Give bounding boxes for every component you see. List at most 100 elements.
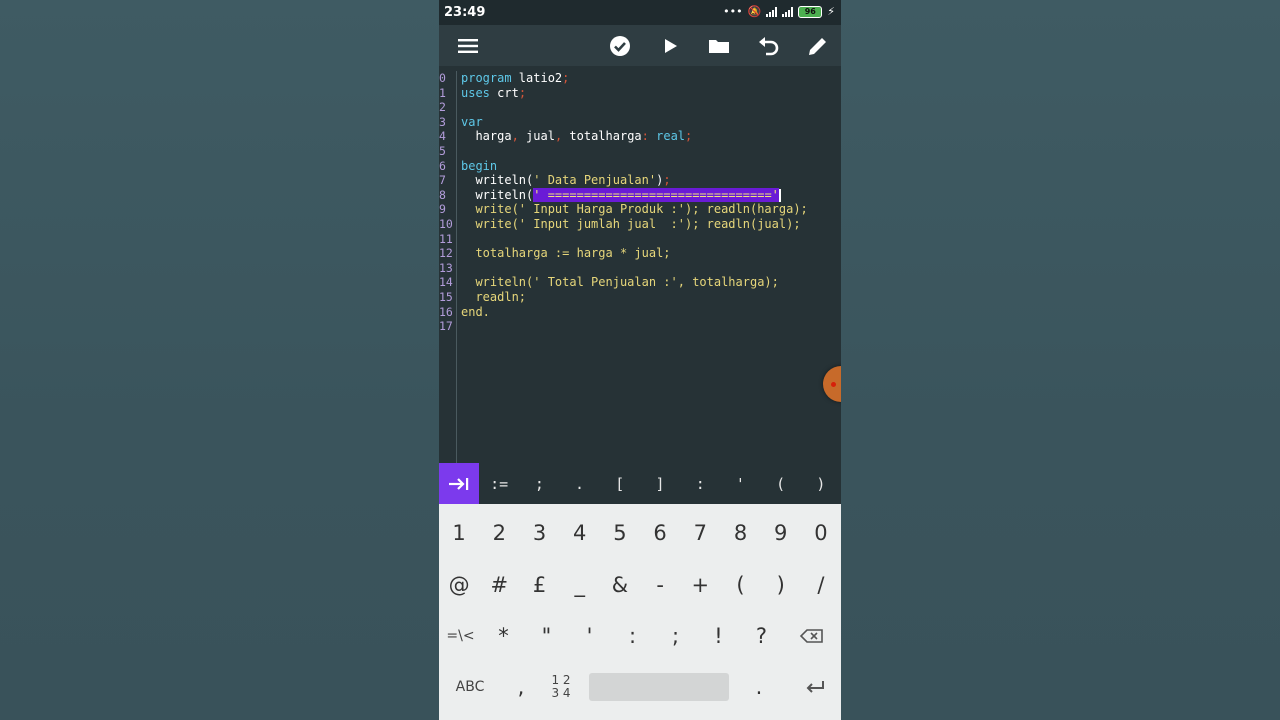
tab-key-icon[interactable]	[439, 463, 479, 504]
line-number: 17	[439, 319, 453, 334]
line-number: 3	[439, 114, 446, 129]
keyboard-key[interactable]: (	[720, 559, 760, 611]
keyboard-key[interactable]: 5	[600, 507, 640, 559]
check-circle-icon[interactable]	[607, 33, 633, 59]
code-line[interactable]: write(' Input Harga Produk :'); readln(h…	[461, 202, 841, 217]
code-line[interactable]: readln;	[461, 290, 841, 305]
backspace-key[interactable]	[783, 610, 841, 662]
keyboard-key[interactable]: £	[519, 559, 559, 611]
period-key[interactable]: .	[729, 661, 789, 713]
code-token: totalharga	[562, 129, 642, 144]
code-token: harga	[461, 129, 512, 144]
keyboard-key[interactable]: ;	[654, 610, 697, 662]
code-line[interactable]: program latio2;	[461, 71, 841, 86]
keyboard-key[interactable]: !	[697, 610, 740, 662]
code-line[interactable]	[461, 319, 841, 334]
keyboard-key[interactable]: @	[439, 559, 479, 611]
keyboard-key[interactable]: 8	[720, 507, 760, 559]
symbol-key[interactable]: )	[801, 463, 841, 504]
code-token: ;	[663, 173, 671, 188]
code-line[interactable]: write(' Input jumlah jual :'); readln(ju…	[461, 217, 841, 232]
code-token: uses	[461, 85, 490, 100]
symbol-key[interactable]: '	[720, 463, 760, 504]
floating-debug-button[interactable]	[823, 366, 841, 402]
keyboard-key[interactable]: #	[479, 559, 519, 611]
code-line[interactable]: writeln(' Data Penjualan');	[461, 173, 841, 188]
keyboard-key[interactable]: "	[525, 610, 568, 662]
code-line[interactable]	[461, 144, 841, 159]
code-line[interactable]	[461, 232, 841, 247]
code-token: write(' Input jumlah jual :'); readln(ju…	[461, 216, 801, 231]
pencil-icon[interactable]	[805, 33, 831, 59]
code-line[interactable]: harga, jual, totalharga: real;	[461, 129, 841, 144]
line-number: 14	[439, 275, 453, 290]
symbol-key[interactable]: [	[600, 463, 640, 504]
keyboard-key[interactable]: +	[680, 559, 720, 611]
line-number: 11	[439, 231, 453, 246]
line-number: 0	[439, 71, 446, 85]
line-number: 5	[439, 144, 446, 158]
code-line[interactable]: var	[461, 115, 841, 130]
code-line[interactable]: end.	[461, 305, 841, 320]
keyboard-key[interactable]: 3	[519, 507, 559, 559]
menu-icon[interactable]	[455, 33, 481, 59]
charging-icon: ⚡	[827, 5, 835, 18]
code-line[interactable]: totalharga := harga * jual;	[461, 246, 841, 261]
keyboard-key[interactable]: 7	[680, 507, 720, 559]
keyboard-key[interactable]: )	[761, 559, 801, 611]
symbol-key[interactable]: .	[559, 463, 599, 504]
keyboard-key[interactable]: &	[600, 559, 640, 611]
symbol-key[interactable]: :	[680, 463, 720, 504]
symbol-key[interactable]: :=	[479, 463, 519, 504]
keyboard-key[interactable]: 4	[560, 507, 600, 559]
signal-icon	[766, 6, 778, 17]
folder-icon[interactable]	[706, 33, 732, 59]
code-token: ' ===============================	[533, 187, 772, 202]
line-number: 15	[439, 290, 453, 304]
keyboard-key[interactable]: '	[568, 610, 611, 662]
code-line[interactable]: writeln(' Total Penjualan :', totalharga…	[461, 275, 841, 290]
code-token: :	[641, 129, 649, 144]
undo-icon[interactable]	[755, 33, 781, 59]
code-token: ,	[511, 129, 519, 144]
keyboard-key[interactable]: 0	[801, 507, 841, 559]
code-token: ' Data Penjualan'	[533, 173, 657, 188]
keyboard-key[interactable]: ?	[740, 610, 783, 662]
backspace-icon	[799, 629, 823, 643]
keyboard-key[interactable]: =\<	[439, 610, 482, 662]
keyboard-key[interactable]: *	[482, 610, 525, 662]
code-token: latio2	[511, 71, 563, 85]
line-number: 2	[439, 100, 446, 115]
code-area[interactable]: program latio2; uses crt; var harga, jual,…	[461, 71, 841, 334]
keyboard-key[interactable]: -	[640, 559, 680, 611]
code-line[interactable]: uses crt;	[461, 86, 841, 101]
keyboard-key[interactable]: :	[611, 610, 654, 662]
keyboard-key[interactable]: _	[560, 559, 600, 611]
numpad-key[interactable]: 1 2 3 4	[541, 661, 581, 713]
enter-key[interactable]	[789, 661, 841, 713]
code-line[interactable]	[461, 100, 841, 115]
keyboard-key[interactable]: /	[801, 559, 841, 611]
comma-key[interactable]: ,	[501, 661, 541, 713]
code-token: jual	[518, 129, 555, 144]
keyboard-key[interactable]: 6	[640, 507, 680, 559]
code-token: ;	[518, 85, 527, 100]
play-icon[interactable]	[657, 33, 683, 59]
keyboard-key[interactable]: 9	[761, 507, 801, 559]
symbol-bar: :=;.[]: '()	[439, 463, 841, 504]
line-number: 12	[439, 246, 453, 261]
code-editor[interactable]: 0 1 2 3 4 5 6 7 8 9 10 11 12 13 14 15 16 17 program latio…	[439, 66, 841, 463]
abc-key[interactable]: ABC	[439, 661, 501, 713]
symbol-key[interactable]: (	[761, 463, 801, 504]
symbol-key[interactable]: ;	[519, 463, 559, 504]
dots-icon: •••	[723, 5, 743, 18]
keyboard-key[interactable]: 1	[439, 507, 479, 559]
keyboard-key[interactable]: 2	[479, 507, 519, 559]
space-key[interactable]	[589, 673, 729, 701]
symbol-key[interactable]: ]	[640, 463, 680, 504]
status-bar: 23:49 ••• 🔕 96 ⚡	[439, 0, 841, 25]
code-line[interactable]: begin	[461, 159, 841, 174]
code-token: crt	[489, 85, 519, 100]
code-line[interactable]	[461, 261, 841, 276]
code-line[interactable]: writeln(' ==============================…	[461, 187, 841, 203]
